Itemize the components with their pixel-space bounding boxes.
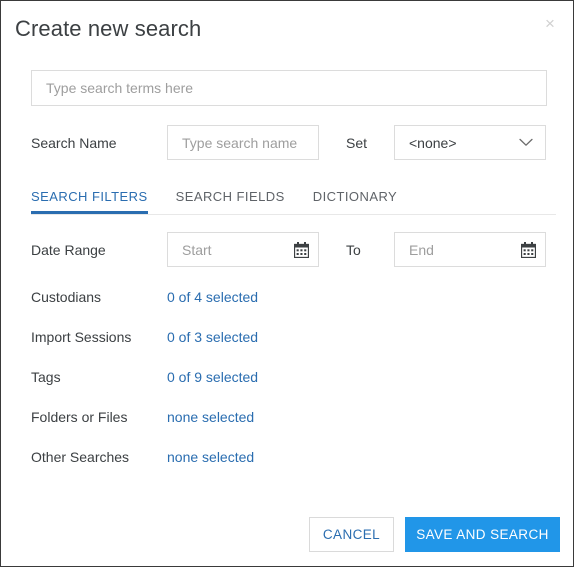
filter-row: Folders or Files none selected bbox=[31, 409, 431, 427]
date-range-label: Date Range bbox=[31, 242, 106, 258]
tab-dictionary[interactable]: DICTIONARY bbox=[313, 189, 397, 214]
tab-divider bbox=[31, 214, 556, 215]
filter-row: Other Searches none selected bbox=[31, 449, 431, 467]
filter-row: Tags 0 of 9 selected bbox=[31, 369, 431, 387]
filter-row: Import Sessions 0 of 3 selected bbox=[31, 329, 431, 347]
search-name-placeholder: Type search name bbox=[182, 134, 298, 151]
filter-label-folders-or-files: Folders or Files bbox=[31, 409, 128, 425]
date-start-input[interactable]: Start bbox=[167, 232, 319, 267]
tab-search-filters[interactable]: SEARCH FILTERS bbox=[31, 189, 148, 214]
filter-label-tags: Tags bbox=[31, 369, 61, 385]
filter-link-other-searches[interactable]: none selected bbox=[167, 449, 254, 465]
filter-label-other-searches: Other Searches bbox=[31, 449, 130, 465]
calendar-icon[interactable] bbox=[288, 233, 314, 266]
search-terms-input[interactable]: Type search terms here bbox=[31, 70, 547, 106]
set-label: Set bbox=[346, 135, 368, 151]
date-end-input[interactable]: End bbox=[394, 232, 546, 267]
search-terms-placeholder: Type search terms here bbox=[46, 80, 194, 96]
tab-search-fields[interactable]: SEARCH FIELDS bbox=[176, 189, 285, 214]
filter-row: Custodians 0 of 4 selected bbox=[31, 289, 431, 307]
search-name-input[interactable]: Type search name bbox=[167, 125, 319, 160]
close-icon[interactable]: × bbox=[537, 10, 563, 36]
set-selected-value: <none> bbox=[409, 134, 457, 151]
chevron-down-icon bbox=[515, 126, 537, 159]
date-end-placeholder: End bbox=[409, 241, 434, 258]
tab-bar: SEARCH FILTERS SEARCH FIELDS DICTIONARY bbox=[31, 189, 547, 215]
create-new-search-dialog: Create new search × Type search terms he… bbox=[0, 0, 574, 567]
filter-link-tags[interactable]: 0 of 9 selected bbox=[167, 369, 258, 385]
filter-label-custodians: Custodians bbox=[31, 289, 102, 305]
filter-link-import-sessions[interactable]: 0 of 3 selected bbox=[167, 329, 258, 345]
date-start-placeholder: Start bbox=[182, 241, 212, 258]
date-to-label: To bbox=[346, 242, 361, 258]
filter-link-folders-or-files[interactable]: none selected bbox=[167, 409, 254, 425]
save-and-search-button[interactable]: SAVE AND SEARCH bbox=[405, 517, 560, 552]
search-name-label: Search Name bbox=[31, 135, 117, 151]
calendar-icon[interactable] bbox=[515, 233, 541, 266]
filter-label-import-sessions: Import Sessions bbox=[31, 329, 132, 345]
set-dropdown[interactable]: <none> bbox=[394, 125, 546, 160]
dialog-title: Create new search bbox=[15, 16, 202, 41]
filter-link-custodians[interactable]: 0 of 4 selected bbox=[167, 289, 258, 305]
cancel-button[interactable]: CANCEL bbox=[309, 517, 394, 552]
